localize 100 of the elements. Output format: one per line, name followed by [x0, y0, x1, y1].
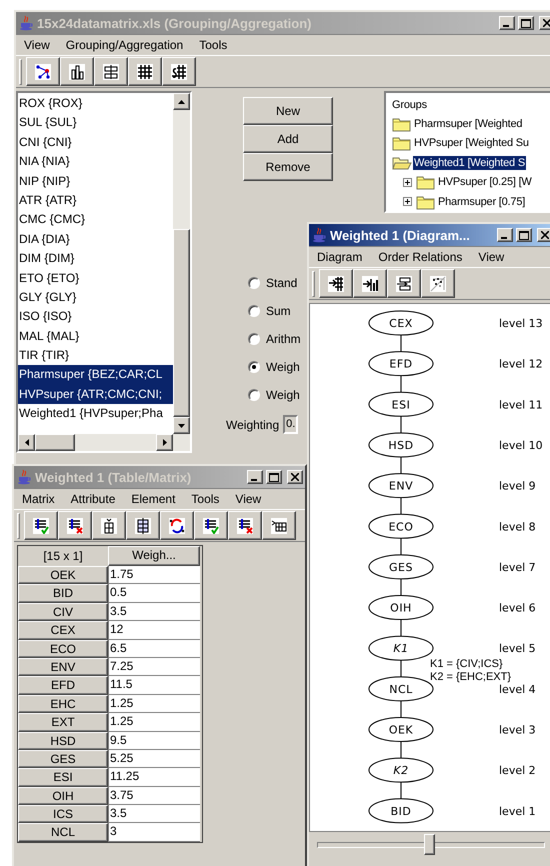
toolbar-button[interactable] — [160, 511, 194, 540]
list-item[interactable]: NIP {NIP} — [18, 172, 173, 191]
menu-item[interactable]: Tools — [183, 492, 228, 506]
menu-item[interactable]: Order Relations — [370, 250, 470, 264]
list-item[interactable]: CMC {CMC} — [18, 210, 173, 230]
diagram-node[interactable] — [368, 798, 434, 824]
toolbar-button[interactable] — [262, 511, 296, 540]
tree-item[interactable]: Weighted1 [Weighted S — [413, 156, 526, 170]
menu-item[interactable]: Tools — [191, 38, 236, 52]
tree-item[interactable]: Pharmsuper [Weighted — [413, 117, 524, 132]
vertical-scrollbar[interactable] — [173, 93, 190, 434]
list-item[interactable]: ATR {ATR} — [18, 190, 173, 210]
row-header[interactable]: CIV — [18, 602, 108, 622]
radio-button[interactable] — [248, 361, 260, 373]
toolbar-button[interactable] — [26, 57, 60, 86]
list-item[interactable]: DIM {DIM} — [18, 249, 173, 269]
row-header[interactable]: ENV — [18, 658, 108, 676]
tree-root[interactable]: Groups — [392, 98, 427, 111]
expand-icon[interactable] — [403, 197, 412, 206]
diagram-node[interactable] — [368, 758, 434, 783]
diagram-node[interactable] — [368, 636, 434, 661]
list-item[interactable]: ROX {ROX} — [18, 94, 173, 114]
row-header[interactable]: BID — [18, 584, 108, 603]
list-item[interactable]: DIA {DIA} — [18, 230, 173, 250]
diagram-node[interactable] — [368, 514, 434, 539]
minimize-button[interactable] — [499, 16, 515, 30]
weighting-field[interactable]: 0. — [283, 415, 298, 434]
menu-item[interactable]: View — [470, 250, 512, 264]
row-header[interactable]: EFD — [18, 676, 108, 695]
list-item[interactable]: ETO {ETO} — [18, 268, 173, 288]
radio-label[interactable]: Weigh — [266, 360, 300, 374]
tree-item[interactable]: HVPsuper [0.25] [W — [437, 175, 533, 190]
maximize-button[interactable] — [266, 470, 282, 484]
toolbar-button[interactable] — [353, 269, 387, 298]
diagram-node[interactable] — [368, 310, 434, 336]
action-button[interactable]: New — [243, 97, 333, 125]
diagram-node[interactable] — [368, 554, 434, 580]
toolbar-button[interactable] — [162, 57, 196, 86]
toolbar-button[interactable] — [24, 511, 58, 540]
row-header[interactable]: EHC — [18, 694, 108, 714]
list-item[interactable]: SUL {SUL} — [18, 113, 173, 133]
diagram-node[interactable] — [368, 595, 434, 620]
radio-label[interactable]: Stand — [266, 276, 298, 290]
row-header[interactable]: HSD — [18, 732, 108, 750]
list-item[interactable]: HVPsuper {ATR;CMC;CNI; — [18, 384, 173, 404]
toolbar-button[interactable] — [60, 57, 94, 86]
close-button[interactable] — [287, 470, 303, 484]
action-button[interactable]: Add — [243, 125, 333, 153]
row-header[interactable]: ECO — [18, 640, 108, 658]
toolbar-button[interactable] — [92, 511, 126, 540]
column-header[interactable]: Weigh... — [108, 546, 200, 566]
toolbar-button[interactable] — [58, 511, 92, 540]
radio-button[interactable] — [248, 389, 260, 401]
tree-item[interactable]: HVPsuper [Weighted Su — [413, 136, 530, 150]
radio-button[interactable] — [248, 305, 260, 317]
diagram-node[interactable] — [368, 717, 434, 742]
action-button[interactable]: Remove — [243, 153, 333, 181]
tree-item[interactable]: Pharmsuper [0.75] — [437, 194, 526, 209]
horizontal-scrollbar[interactable] — [18, 434, 190, 451]
row-header[interactable]: GES — [18, 750, 108, 768]
list-item[interactable]: GLY {GLY} — [18, 288, 173, 308]
row-header[interactable]: OEK — [18, 566, 108, 584]
list-item[interactable]: NIA {NIA} — [18, 152, 173, 172]
list-item[interactable]: CNI {CNI} — [18, 132, 173, 152]
toolbar-button[interactable] — [94, 57, 128, 86]
list-item[interactable]: TIR {TIR} — [18, 346, 173, 366]
toolbar-button[interactable] — [421, 269, 455, 298]
minimize-button[interactable] — [497, 228, 513, 242]
menu-item[interactable]: Element — [123, 492, 184, 506]
radio-button[interactable] — [248, 277, 260, 289]
list-item[interactable]: MAL {MAL} — [18, 326, 173, 346]
row-header[interactable]: EXT — [18, 713, 108, 732]
toolbar-button[interactable] — [319, 269, 353, 298]
row-header[interactable]: ICS — [18, 805, 108, 824]
toolbar-button[interactable] — [126, 511, 160, 540]
diagram-node[interactable] — [368, 432, 434, 458]
menu-item[interactable]: View — [16, 38, 58, 52]
diagram-node[interactable] — [368, 473, 434, 498]
radio-label[interactable]: Arithm — [266, 332, 301, 346]
menu-item[interactable]: Attribute — [62, 492, 124, 506]
menu-item[interactable]: Diagram — [309, 250, 370, 264]
zoom-slider[interactable] — [317, 834, 545, 856]
list-item[interactable]: Weighted1 {HVPsuper;Pha — [18, 404, 173, 424]
row-header[interactable]: ESI — [18, 768, 108, 787]
diagram-node[interactable] — [368, 351, 434, 376]
list-item[interactable]: Pharmsuper {BEZ;CAR;CL — [18, 365, 173, 385]
toolbar-button[interactable] — [387, 269, 421, 298]
row-header[interactable]: NCL — [18, 823, 108, 842]
radio-button[interactable] — [248, 333, 260, 345]
menu-item[interactable]: Matrix — [14, 492, 63, 506]
toolbar-button[interactable] — [128, 57, 162, 86]
close-button[interactable] — [537, 228, 550, 242]
toolbar-button[interactable] — [228, 511, 262, 540]
row-header[interactable]: OIH — [18, 786, 108, 806]
minimize-button[interactable] — [247, 470, 263, 484]
menu-item[interactable]: View — [227, 492, 270, 506]
radio-label[interactable]: Sum — [266, 304, 291, 318]
list-item[interactable]: ISO {ISO} — [18, 307, 173, 327]
maximize-button[interactable] — [518, 16, 534, 30]
expand-icon[interactable] — [403, 178, 412, 187]
